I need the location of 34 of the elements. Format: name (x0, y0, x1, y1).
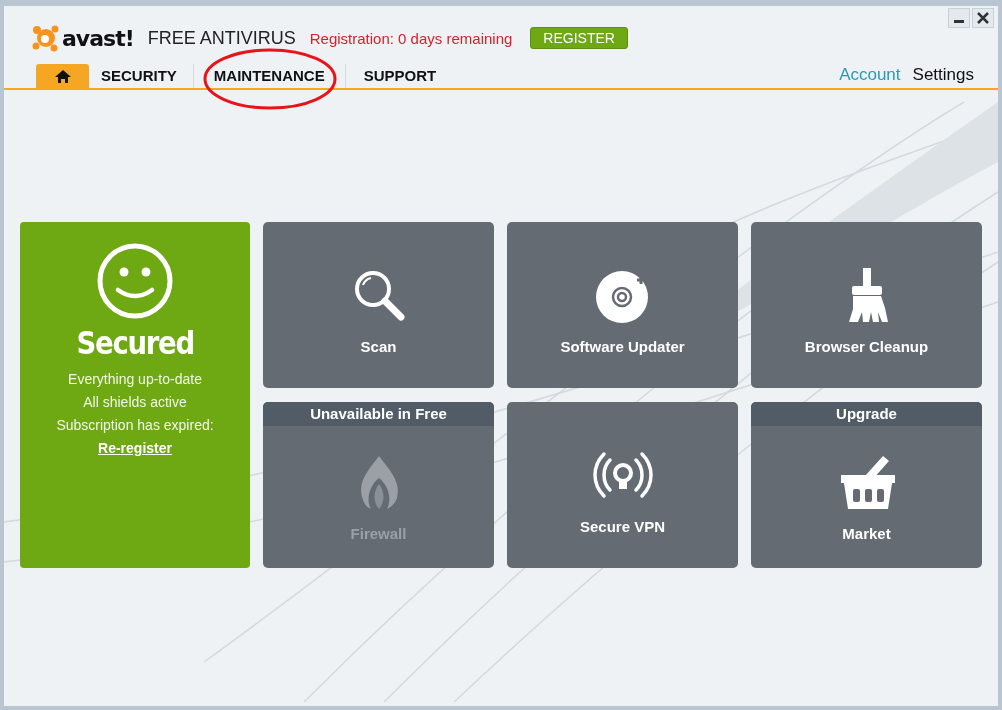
brand-name: avast! (62, 25, 134, 51)
tile-label: Software Updater (560, 337, 685, 355)
register-button[interactable]: REGISTER (530, 27, 628, 49)
registration-status: Registration: 0 days remaining (309, 29, 513, 47)
feature-tile[interactable]: Upgrade Market (751, 402, 982, 568)
feature-tile[interactable]: Browser Cleanup (751, 222, 982, 388)
product-name: FREE ANTIVIRUS (147, 27, 296, 49)
home-icon (54, 69, 71, 83)
feature-tile[interactable]: Scan (263, 222, 494, 388)
close-icon[interactable] (972, 8, 994, 28)
smiley-icon (96, 242, 174, 320)
minimize-icon[interactable] (948, 8, 970, 28)
tile-label: Market (842, 524, 891, 542)
tile-banner: Unavailable in Free (263, 402, 494, 426)
status-title: Secured (76, 324, 194, 362)
feature-tile[interactable]: Software Updater (507, 222, 738, 388)
subscription-notice: Subscription has expired: (56, 416, 214, 435)
settings-link[interactable]: Settings (912, 65, 974, 85)
nav-tab[interactable]: SUPPORT (345, 64, 447, 88)
nav-tab[interactable]: SECURITY (91, 64, 194, 88)
status-text: Everything up-to-date (68, 370, 202, 389)
account-link[interactable]: Account (839, 65, 901, 85)
status-text: All shields active (83, 393, 187, 412)
tile-banner: Upgrade (751, 402, 982, 426)
feature-tile[interactable]: Secure VPN (507, 402, 738, 568)
tile-label: Scan (360, 337, 397, 355)
tile-label: Browser Cleanup (804, 337, 929, 355)
tile-label: Secure VPN (579, 517, 665, 535)
logo-icon (32, 24, 60, 52)
signal-broadcast-icon (591, 449, 654, 500)
re-register-link[interactable]: Re-register (98, 437, 172, 460)
basket-icon (838, 453, 895, 510)
home-tab[interactable] (36, 64, 89, 88)
nav-tab[interactable]: MAINTENANCE (193, 64, 346, 88)
